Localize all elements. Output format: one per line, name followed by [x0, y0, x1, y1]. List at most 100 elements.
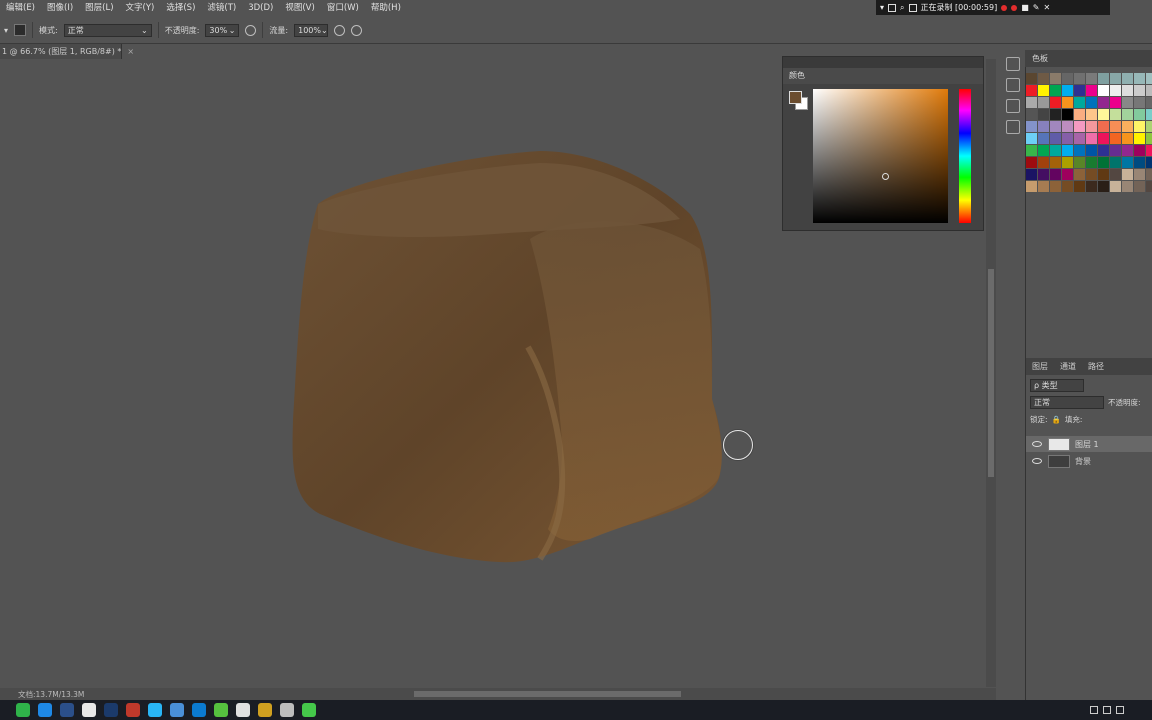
swatch[interactable] [1098, 169, 1109, 180]
swatch[interactable] [1074, 181, 1085, 192]
swatch[interactable] [1098, 145, 1109, 156]
scroll-thumb[interactable] [988, 269, 994, 477]
layer-filter-select[interactable]: ρ 类型 [1030, 378, 1084, 392]
swatch[interactable] [1098, 181, 1109, 192]
swatch[interactable] [1074, 145, 1085, 156]
swatch[interactable] [1026, 181, 1037, 192]
blend-mode-select[interactable]: 正常 [1030, 395, 1104, 409]
swatch[interactable] [1146, 133, 1152, 144]
taskbar-app-icon[interactable] [214, 703, 228, 717]
pressure-size-icon[interactable] [351, 24, 363, 36]
swatch[interactable] [1146, 121, 1152, 132]
swatch[interactable] [1050, 109, 1061, 120]
swatch[interactable] [1026, 169, 1037, 180]
swatch[interactable] [1038, 169, 1049, 180]
swatch[interactable] [1074, 97, 1085, 108]
swatch[interactable] [1050, 121, 1061, 132]
swatch[interactable] [1122, 145, 1133, 156]
swatch[interactable] [1134, 73, 1145, 84]
swatch[interactable] [1086, 97, 1097, 108]
magnify-icon[interactable]: ⌕ [900, 3, 904, 13]
swatch[interactable] [1086, 73, 1097, 84]
menu-layer[interactable]: 图层(L) [79, 0, 119, 17]
swatch[interactable] [1110, 97, 1121, 108]
swatch[interactable] [1098, 121, 1109, 132]
swatch[interactable] [1122, 157, 1133, 168]
swatch[interactable] [1026, 109, 1037, 120]
swatch[interactable] [1062, 145, 1073, 156]
brush-preset-icon[interactable] [14, 24, 27, 36]
swatch[interactable] [1062, 133, 1073, 144]
window-icon[interactable] [888, 3, 897, 12]
swatch[interactable] [1134, 133, 1145, 144]
swatch[interactable] [1038, 73, 1049, 84]
swatch[interactable] [1074, 133, 1085, 144]
swatch[interactable] [1146, 157, 1152, 168]
eye-icon[interactable] [1032, 441, 1042, 447]
swatch[interactable] [1134, 85, 1145, 96]
mode-select[interactable]: 正常 ⌄ [63, 23, 152, 37]
swatch[interactable] [1038, 145, 1049, 156]
play-icon[interactable] [1006, 78, 1020, 92]
swatch[interactable] [1050, 97, 1061, 108]
brush-icon[interactable] [1006, 99, 1020, 113]
swatch[interactable] [1074, 157, 1085, 168]
menu-edit[interactable]: 编辑(E) [0, 0, 41, 17]
swatch[interactable] [1050, 181, 1061, 192]
color-field[interactable] [813, 89, 948, 223]
swatch[interactable] [1134, 109, 1145, 120]
swatch[interactable] [1038, 97, 1049, 108]
tab-swatches[interactable]: 色板 [1025, 50, 1152, 67]
taskbar-app-icon[interactable] [126, 703, 140, 717]
swatch[interactable] [1110, 133, 1121, 144]
swatch[interactable] [1098, 97, 1109, 108]
volume-icon[interactable] [1103, 706, 1111, 714]
foreground-color-swatch[interactable] [789, 91, 802, 104]
swatch[interactable] [1110, 85, 1121, 96]
menu-help[interactable]: 帮助(H) [365, 0, 407, 17]
flow-input[interactable]: 100% ⌄ [294, 23, 329, 37]
swatch[interactable] [1062, 169, 1073, 180]
swatch[interactable] [1122, 169, 1133, 180]
swatch[interactable] [1146, 169, 1152, 180]
swatch[interactable] [1146, 181, 1152, 192]
swatch[interactable] [1086, 85, 1097, 96]
taskbar-app-icon[interactable] [280, 703, 294, 717]
swatch[interactable] [1086, 109, 1097, 120]
swatch[interactable] [1026, 145, 1037, 156]
swatch[interactable] [1026, 73, 1037, 84]
swatch[interactable] [1146, 73, 1152, 84]
ime-icon[interactable] [1116, 706, 1124, 714]
network-icon[interactable] [1090, 706, 1098, 714]
swatch[interactable] [1110, 157, 1121, 168]
pen-icon[interactable]: ✎ [1033, 3, 1040, 12]
taskbar-app-icon[interactable] [60, 703, 74, 717]
swatch[interactable] [1062, 181, 1073, 192]
airbrush-icon[interactable] [334, 24, 346, 36]
swatch[interactable] [1098, 133, 1109, 144]
taskbar-app-icon[interactable] [302, 703, 316, 717]
layer-row[interactable]: 背景 [1026, 453, 1152, 469]
swatch[interactable] [1122, 181, 1133, 192]
swatch[interactable] [1134, 157, 1145, 168]
swatch[interactable] [1134, 145, 1145, 156]
swatch[interactable] [1098, 109, 1109, 120]
swatch[interactable] [1086, 121, 1097, 132]
lock-icon[interactable]: 🔒 [1052, 415, 1061, 424]
swatch[interactable] [1086, 169, 1097, 180]
scroll-thumb[interactable] [414, 691, 681, 697]
tab-paths[interactable]: 路径 [1088, 358, 1104, 375]
swatch[interactable] [1146, 97, 1152, 108]
swatch[interactable] [1050, 73, 1061, 84]
swatch[interactable] [1098, 157, 1109, 168]
swatch[interactable] [1146, 145, 1152, 156]
history-icon[interactable] [1006, 57, 1020, 71]
stop-icon[interactable] [1011, 4, 1018, 11]
record-icon[interactable] [1001, 4, 1008, 11]
swatch[interactable] [1038, 133, 1049, 144]
document-tab[interactable]: 1 @ 66.7% (图层 1, RGB/8#) * × [0, 44, 134, 59]
tab-color[interactable]: 颜色 [783, 68, 983, 84]
eye-icon[interactable] [1032, 458, 1042, 464]
menu-image[interactable]: 图像(I) [41, 0, 79, 17]
swatch[interactable] [1134, 97, 1145, 108]
